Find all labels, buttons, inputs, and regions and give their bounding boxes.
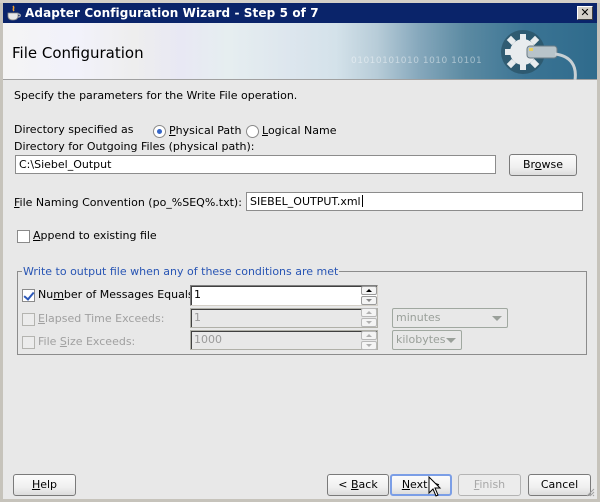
outgoing-directory-label: Directory for Outgoing Files (physical p… [14,140,255,153]
messages-input[interactable]: 1 [190,285,378,306]
append-label[interactable]: Append to existing file [33,229,157,242]
header-banner: File Configuration 01010101010 1010 1010… [3,23,597,80]
filesize-unit-value: kilobytes [396,333,446,346]
outgoing-directory-input[interactable]: C:\Siebel_Output [15,155,496,174]
file-naming-label: File Naming Convention (po_%SEQ%.txt): [14,196,242,209]
elapsed-spinner[interactable] [361,308,377,327]
page-title: File Configuration [12,44,144,62]
help-button[interactable]: Help [13,474,76,496]
spinner-up-icon[interactable] [361,308,377,317]
elapsed-checkbox[interactable] [22,313,35,326]
logical-name-label[interactable]: Logical Name [262,124,337,137]
spinner-up-icon[interactable] [361,331,377,340]
file-naming-input[interactable]: SIEBEL_OUTPUT.xml [246,192,583,211]
filesize-spinner[interactable] [361,331,377,350]
messages-label[interactable]: Number of Messages Equals: [38,288,197,301]
cancel-button[interactable]: Cancel [528,474,591,496]
spinner-down-icon[interactable] [361,296,377,305]
physical-path-radio[interactable] [153,125,166,138]
elapsed-input[interactable]: 1 [190,308,378,328]
elapsed-unit-select[interactable]: minutes [392,308,508,328]
back-button[interactable]: < Back [327,474,389,496]
messages-checkbox[interactable] [22,289,35,302]
filesize-input[interactable]: 1000 [190,330,378,350]
resize-grip-icon[interactable] [585,487,595,497]
java-cup-icon [6,5,22,21]
filesize-checkbox[interactable] [22,336,35,349]
append-checkbox[interactable] [17,230,30,243]
spinner-down-icon[interactable] [361,341,377,350]
window-title: Adapter Configuration Wizard - Step 5 of… [25,6,319,20]
close-icon: ✕ [580,6,590,19]
messages-spinner[interactable] [361,286,377,305]
wizard-window: Adapter Configuration Wizard - Step 5 of… [0,3,600,502]
description-text: Specify the parameters for the Write Fil… [14,89,298,102]
mouse-cursor-icon [428,476,442,497]
binary-decoration: 01010101010 1010 10101 [351,56,483,66]
close-button[interactable]: ✕ [577,6,593,20]
finish-button[interactable]: Finish [458,474,521,496]
chevron-down-icon [446,338,456,343]
spinner-up-icon[interactable] [361,286,377,295]
logical-name-radio[interactable] [246,125,259,138]
title-bar: Adapter Configuration Wizard - Step 5 of… [3,3,597,23]
elapsed-unit-value: minutes [396,311,441,324]
gear-plug-icon [501,30,577,80]
filesize-label: File Size Exceeds: [38,335,136,348]
spinner-down-icon[interactable] [361,318,377,327]
browse-button[interactable]: Browse [509,154,577,176]
elapsed-label: Elapsed Time Exceeds: [38,312,165,325]
text-caret [361,195,363,207]
conditions-group-title: Write to output file when any of these c… [22,265,340,278]
directory-spec-label: Directory specified as [14,123,134,136]
physical-path-label[interactable]: Physical Path [169,124,241,137]
filesize-unit-select[interactable]: kilobytes [392,330,462,350]
chevron-down-icon [492,316,502,321]
